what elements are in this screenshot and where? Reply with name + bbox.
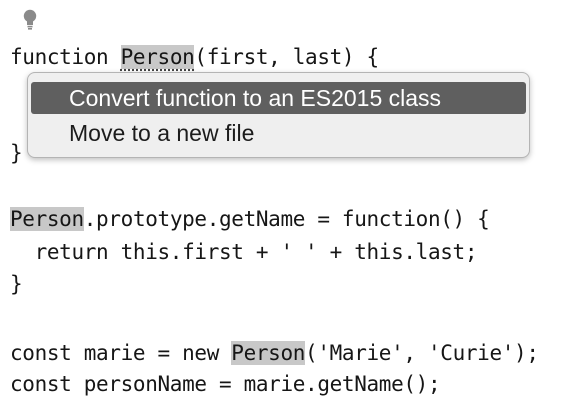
code-token: .prototype.getName = function() { xyxy=(83,207,490,231)
code-token: function xyxy=(10,45,121,69)
code-line-return-statement: return this.first + ' ' + this.last; xyxy=(10,236,478,268)
refactor-context-menu: Convert function to an ES2015 class Move… xyxy=(27,72,530,158)
code-line-function-declaration: function Person(first, last) { xyxy=(10,41,379,73)
code-editor[interactable]: function Person(first, last) { } Person.… xyxy=(0,0,576,396)
code-token: const marie = new xyxy=(10,341,232,365)
code-token: (first, last) { xyxy=(194,45,379,69)
menu-item-convert-to-class[interactable]: Convert function to an ES2015 class xyxy=(31,82,526,114)
code-token: } xyxy=(10,272,23,296)
code-line-closing-brace: } xyxy=(10,268,23,300)
code-token: const personName = marie.getName(); xyxy=(10,372,441,396)
menu-item-move-to-new-file[interactable]: Move to a new file xyxy=(31,117,526,149)
highlighted-identifier-person[interactable]: Person xyxy=(120,45,195,69)
code-line-const-marie: const marie = new Person('Marie', 'Curie… xyxy=(10,337,539,369)
code-line-closing-brace: } xyxy=(10,137,23,169)
code-token: ('Marie', 'Curie'); xyxy=(305,341,539,365)
highlighted-identifier-person[interactable]: Person xyxy=(10,207,84,231)
highlighted-identifier-person[interactable]: Person xyxy=(231,341,305,365)
code-token: return this.first + ' ' + this.last; xyxy=(10,240,478,264)
code-line-const-personname: const personName = marie.getName(); xyxy=(10,368,441,396)
lightbulb-icon[interactable] xyxy=(22,9,38,31)
code-token: } xyxy=(10,141,23,165)
code-line-prototype-method: Person.prototype.getName = function() { xyxy=(10,203,490,235)
